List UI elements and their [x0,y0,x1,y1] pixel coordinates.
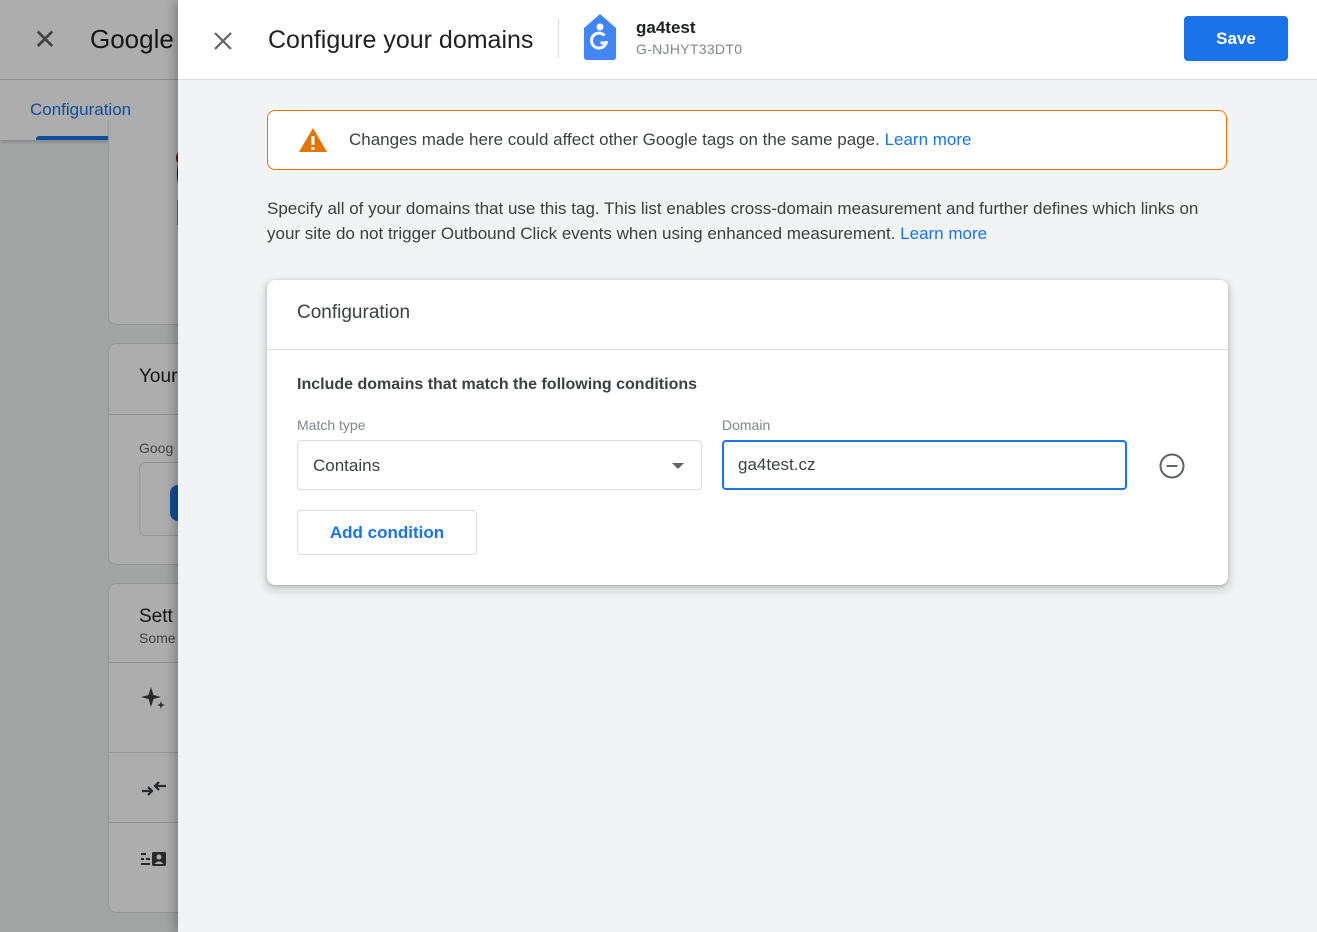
match-type-select[interactable]: Contains [297,440,702,490]
configuration-card: Configuration Include domains that match… [267,280,1228,585]
remove-condition-icon[interactable] [1158,452,1186,480]
tag-id: G-NJHYT33DT0 [636,41,743,57]
tag-name: ga4test [636,18,696,37]
description: Specify all of your domains that use thi… [267,196,1227,246]
header-divider [558,18,559,58]
conditions-label: Include domains that match the following… [297,376,698,393]
warning-banner: Changes made here could affect other Goo… [267,110,1227,170]
description-text: Specify all of your domains that use thi… [267,199,1199,243]
warning-message: Changes made here could affect other Goo… [349,130,880,149]
configure-domains-panel: Configure your domains ga4test G-NJHYT33… [178,0,1317,932]
add-condition-button[interactable]: Add condition [297,510,477,555]
google-tag-icon [584,14,616,60]
panel-header: Configure your domains ga4test G-NJHYT33… [178,0,1317,80]
dropdown-arrow-icon [672,463,684,469]
domain-input[interactable] [722,440,1127,490]
warning-text: Changes made here could affect other Goo… [349,130,972,150]
warning-learn-more-link[interactable]: Learn more [885,130,972,149]
close-icon[interactable] [208,26,238,56]
configuration-title: Configuration [297,302,411,323]
description-learn-more-link[interactable]: Learn more [900,224,987,243]
domain-label: Domain [722,417,771,433]
save-button[interactable]: Save [1184,16,1288,61]
match-type-value: Contains [313,456,381,475]
warning-icon [299,128,327,152]
page-title: Configure your domains [268,26,534,54]
configuration-divider [267,349,1228,350]
match-type-label: Match type [297,417,366,433]
